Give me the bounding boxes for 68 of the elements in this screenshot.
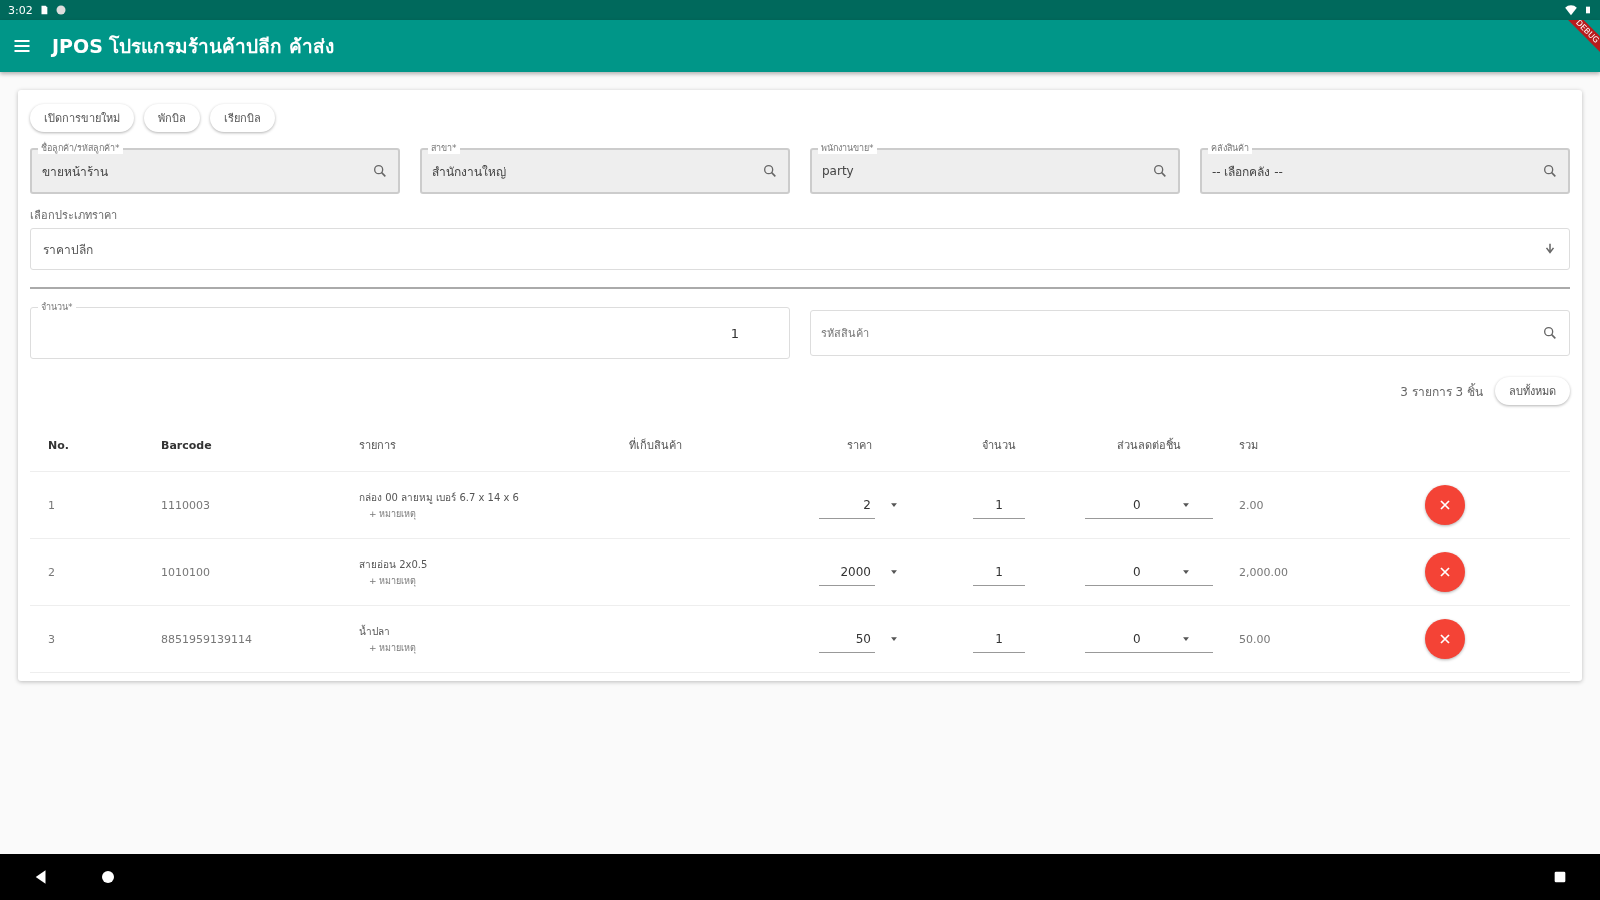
price-type-dropdown[interactable]: ราคาปลีก (30, 228, 1570, 270)
column-header: Barcode (161, 438, 213, 452)
delete-button[interactable] (1425, 552, 1465, 592)
price-input[interactable]: 50 (819, 625, 875, 653)
field-label: พนักงานขาย* (818, 142, 877, 154)
table-cell-text: 2,000.00 (1239, 565, 1289, 579)
field-value: party (822, 164, 855, 178)
field-value: สำนักงานใหญ่ (432, 163, 507, 181)
table-cell-text: 2.00 (1239, 498, 1265, 512)
product-name: กล่อง 00 ลายหมู เบอร์ 6.7 x 14 x 6 (359, 490, 519, 505)
discount-dropdown[interactable]: 0 (1085, 558, 1213, 586)
table-cell-text: 1110003 (161, 498, 211, 512)
home-icon (100, 869, 116, 885)
item-count: 3 รายการ 3 ชิ้น (1400, 382, 1483, 401)
action-button[interactable]: เปิดการขายใหม่ (30, 104, 134, 132)
quantity-input[interactable]: 1 (973, 558, 1025, 586)
clear-all-button[interactable]: ลบทั้งหมด (1495, 377, 1570, 405)
field-label: ชื่อลูกค้า/รหัสลูกค้า* (38, 142, 123, 154)
table-cell-text: 1 (48, 498, 56, 512)
table-cell-text: 2 (48, 565, 56, 579)
action-button[interactable]: พักบิล (144, 104, 200, 132)
field-label: เลือกประเภทราคา (30, 208, 118, 224)
note-link[interactable]: + หมายเหตุ (369, 506, 417, 521)
quantity-input[interactable]: 1 (973, 491, 1025, 519)
table-cell-text: 3 (48, 632, 56, 646)
price-input[interactable]: 2 (819, 491, 875, 519)
recents-icon (1552, 869, 1568, 885)
quantity-input[interactable]: 1 (973, 625, 1025, 653)
dropdown-arrow-icon (1543, 242, 1557, 256)
table-cell-text: 50.00 (1239, 632, 1272, 646)
discount-value: 0 (1133, 497, 1141, 512)
column-header: ราคา (845, 438, 873, 454)
search-icon (1152, 163, 1168, 179)
column-header: รายการ (359, 438, 397, 454)
table-cell-text: 1010100 (161, 565, 211, 579)
field-label: จำนวน* (38, 301, 76, 313)
delete-button[interactable] (1425, 619, 1465, 659)
search-icon (1542, 163, 1558, 179)
table-cell-text: 8851959139114 (161, 632, 253, 646)
product-name: น้ำปลา (359, 623, 390, 639)
field-value: 1 (730, 325, 739, 341)
search-field[interactable]: รหัสสินค้า (810, 310, 1570, 356)
discount-dropdown[interactable]: 0 (1085, 491, 1213, 519)
column-header: จำนวน (981, 438, 1017, 454)
note-link[interactable]: + หมายเหตุ (369, 640, 417, 655)
field-value: -- เลือกคลัง -- (1212, 163, 1284, 181)
column-header: No. (48, 438, 70, 452)
wifi-icon (1564, 3, 1578, 17)
column-header: ที่เก็บสินค้า (629, 436, 683, 454)
field-value: ขายหน้าร้าน (42, 163, 109, 181)
field-label: สาขา* (428, 142, 460, 154)
app-title: JPOS โปรแกรมร้านค้าปลีก ค้าส่ง (52, 34, 335, 59)
action-button[interactable]: เรียกบิล (210, 104, 275, 132)
dropdown-value: ราคาปลีก (43, 241, 94, 259)
search-icon (1542, 325, 1558, 341)
discount-value: 0 (1133, 631, 1141, 646)
column-header: ส่วนลดต่อชิ้น (1116, 437, 1182, 454)
field-label: คลังสินค้า (1208, 142, 1252, 154)
note-link[interactable]: + หมายเหตุ (369, 573, 417, 588)
discount-value: 0 (1133, 564, 1141, 579)
delete-button[interactable] (1425, 485, 1465, 525)
column-header: รวม (1239, 438, 1259, 454)
product-name: สายอ่อน 2x0.5 (359, 557, 428, 572)
price-input[interactable]: 2000 (819, 558, 875, 586)
search-icon (372, 163, 388, 179)
search-icon (762, 163, 778, 179)
status-time: 3:02 (8, 3, 33, 17)
discount-dropdown[interactable]: 0 (1085, 625, 1213, 653)
